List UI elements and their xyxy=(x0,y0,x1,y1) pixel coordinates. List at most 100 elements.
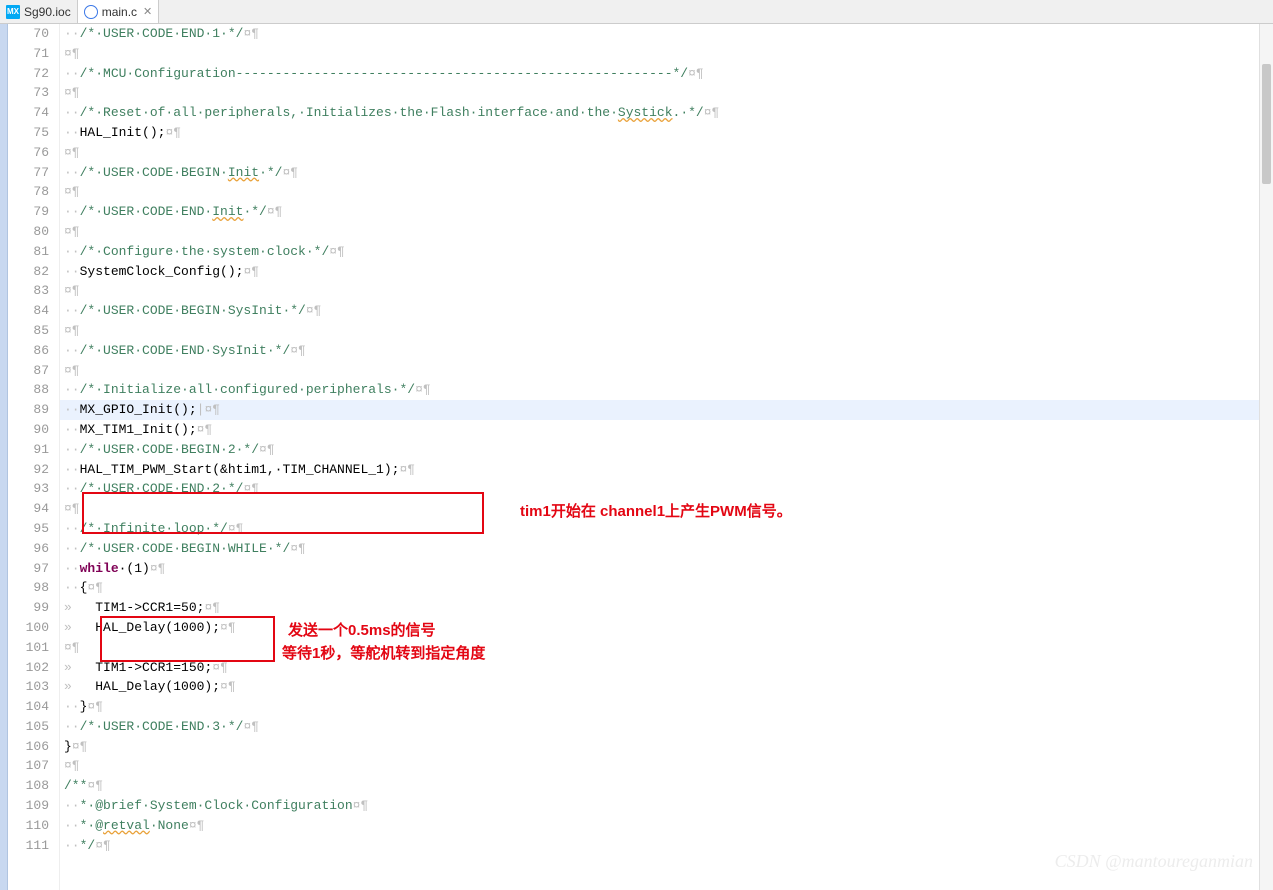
code-line[interactable]: ··*·@retval·None¤¶ xyxy=(60,816,1273,836)
line-number: 94 xyxy=(8,499,49,519)
line-number: 71 xyxy=(8,44,49,64)
code-line[interactable]: » HAL_Delay(1000);¤¶ xyxy=(60,618,1273,638)
line-number: 99 xyxy=(8,598,49,618)
overview-ruler xyxy=(0,24,8,890)
line-number: 70 xyxy=(8,24,49,44)
line-number: 84 xyxy=(8,301,49,321)
line-number: 103 xyxy=(8,677,49,697)
code-line[interactable]: ¤¶ xyxy=(60,321,1273,341)
line-number: 111 xyxy=(8,836,49,856)
code-line[interactable]: ··/*·Initialize·all·configured·periphera… xyxy=(60,380,1273,400)
tab-sg90-ioc[interactable]: MX Sg90.ioc xyxy=(0,0,78,23)
line-number: 78 xyxy=(8,182,49,202)
line-number: 90 xyxy=(8,420,49,440)
line-number: 95 xyxy=(8,519,49,539)
line-number: 98 xyxy=(8,578,49,598)
code-line[interactable]: ··SystemClock_Config();¤¶ xyxy=(60,262,1273,282)
code-line[interactable]: » TIM1->CCR1=50;¤¶ xyxy=(60,598,1273,618)
code-line[interactable]: ··/*·USER·CODE·BEGIN·WHILE·*/¤¶ xyxy=(60,539,1273,559)
code-line[interactable]: ··/*·Reset·of·all·peripherals,·Initializ… xyxy=(60,103,1273,123)
line-number: 109 xyxy=(8,796,49,816)
scrollbar[interactable] xyxy=(1259,24,1273,890)
code-area[interactable]: ··/*·USER·CODE·END·1·*/¤¶¤¶··/*·MCU·Conf… xyxy=(60,24,1273,890)
line-number: 86 xyxy=(8,341,49,361)
line-number: 102 xyxy=(8,658,49,678)
line-number: 88 xyxy=(8,380,49,400)
code-line[interactable]: ··/*·USER·CODE·BEGIN·Init·*/¤¶ xyxy=(60,163,1273,183)
line-number: 108 xyxy=(8,776,49,796)
code-line[interactable]: ··}¤¶ xyxy=(60,697,1273,717)
code-line[interactable]: ··MX_GPIO_Init();|¤¶ xyxy=(60,400,1273,420)
line-number: 107 xyxy=(8,756,49,776)
code-line[interactable]: ··/*·USER·CODE·BEGIN·2·*/¤¶ xyxy=(60,440,1273,460)
code-line[interactable]: ··/*·USER·CODE·END·2·*/¤¶ xyxy=(60,479,1273,499)
annotation-text-2: 发送一个0.5ms的信号 xyxy=(288,619,436,640)
editor: 7071727374757677787980818283848586878889… xyxy=(0,24,1273,890)
code-line[interactable]: ¤¶ xyxy=(60,44,1273,64)
line-number: 87 xyxy=(8,361,49,381)
code-line[interactable]: ¤¶ xyxy=(60,756,1273,776)
line-number: 79 xyxy=(8,202,49,222)
close-icon[interactable]: ✕ xyxy=(143,5,152,18)
code-line[interactable]: ··/*·USER·CODE·END·1·*/¤¶ xyxy=(60,24,1273,44)
line-number: 101 xyxy=(8,638,49,658)
code-line[interactable]: ¤¶ xyxy=(60,638,1273,658)
code-line[interactable]: ··*/¤¶ xyxy=(60,836,1273,856)
line-number-gutter: 7071727374757677787980818283848586878889… xyxy=(8,24,60,890)
code-line[interactable]: ¤¶ xyxy=(60,361,1273,381)
code-line[interactable]: ¤¶ xyxy=(60,222,1273,242)
line-number: 104 xyxy=(8,697,49,717)
code-line[interactable]: » HAL_Delay(1000);¤¶ xyxy=(60,677,1273,697)
annotation-text-3: 等待1秒，等舵机转到指定角度 xyxy=(282,642,485,663)
code-line[interactable]: ··*·@brief·System·Clock·Configuration¤¶ xyxy=(60,796,1273,816)
line-number: 74 xyxy=(8,103,49,123)
code-line[interactable]: /**¤¶ xyxy=(60,776,1273,796)
line-number: 93 xyxy=(8,479,49,499)
scroll-thumb[interactable] xyxy=(1262,64,1271,184)
code-line[interactable]: » TIM1->CCR1=150;¤¶ xyxy=(60,658,1273,678)
code-line[interactable]: ¤¶ xyxy=(60,281,1273,301)
code-line[interactable]: ··/*·MCU·Configuration------------------… xyxy=(60,64,1273,84)
code-line[interactable]: ··HAL_TIM_PWM_Start(&htim1,·TIM_CHANNEL_… xyxy=(60,460,1273,480)
line-number: 89 xyxy=(8,400,49,420)
line-number: 83 xyxy=(8,281,49,301)
code-line[interactable]: ··/*·USER·CODE·BEGIN·SysInit·*/¤¶ xyxy=(60,301,1273,321)
line-number: 82 xyxy=(8,262,49,282)
line-number: 75 xyxy=(8,123,49,143)
code-line[interactable]: ··/*·Infinite·loop·*/¤¶ xyxy=(60,519,1273,539)
code-line[interactable]: ¤¶ xyxy=(60,83,1273,103)
c-file-icon xyxy=(84,5,98,19)
mx-icon: MX xyxy=(6,5,20,19)
line-number: 110 xyxy=(8,816,49,836)
code-line[interactable]: ¤¶ xyxy=(60,182,1273,202)
code-line[interactable]: ¤¶ xyxy=(60,143,1273,163)
line-number: 80 xyxy=(8,222,49,242)
code-line[interactable]: ··/*·USER·CODE·END·Init·*/¤¶ xyxy=(60,202,1273,222)
line-number: 81 xyxy=(8,242,49,262)
code-line[interactable]: }¤¶ xyxy=(60,737,1273,757)
line-number: 96 xyxy=(8,539,49,559)
tab-bar: MX Sg90.ioc main.c ✕ xyxy=(0,0,1273,24)
line-number: 76 xyxy=(8,143,49,163)
code-line[interactable]: ··/*·Configure·the·system·clock·*/¤¶ xyxy=(60,242,1273,262)
line-number: 72 xyxy=(8,64,49,84)
line-number: 85 xyxy=(8,321,49,341)
line-number: 77 xyxy=(8,163,49,183)
tab-main-c[interactable]: main.c ✕ xyxy=(78,0,160,23)
line-number: 73 xyxy=(8,83,49,103)
line-number: 100 xyxy=(8,618,49,638)
code-line[interactable]: ··/*·USER·CODE·END·3·*/¤¶ xyxy=(60,717,1273,737)
code-line[interactable]: ··{¤¶ xyxy=(60,578,1273,598)
tab-label: main.c xyxy=(102,5,137,19)
tab-label: Sg90.ioc xyxy=(24,5,71,19)
code-line[interactable]: ··/*·USER·CODE·END·SysInit·*/¤¶ xyxy=(60,341,1273,361)
code-line[interactable]: ··MX_TIM1_Init();¤¶ xyxy=(60,420,1273,440)
code-line[interactable]: ··while·(1)¤¶ xyxy=(60,559,1273,579)
line-number: 91 xyxy=(8,440,49,460)
line-number: 97 xyxy=(8,559,49,579)
code-line[interactable]: ··HAL_Init();¤¶ xyxy=(60,123,1273,143)
line-number: 106 xyxy=(8,737,49,757)
line-number: 92 xyxy=(8,460,49,480)
annotation-text-1: tim1开始在 channel1上产生PWM信号。 xyxy=(520,500,792,521)
line-number: 105 xyxy=(8,717,49,737)
